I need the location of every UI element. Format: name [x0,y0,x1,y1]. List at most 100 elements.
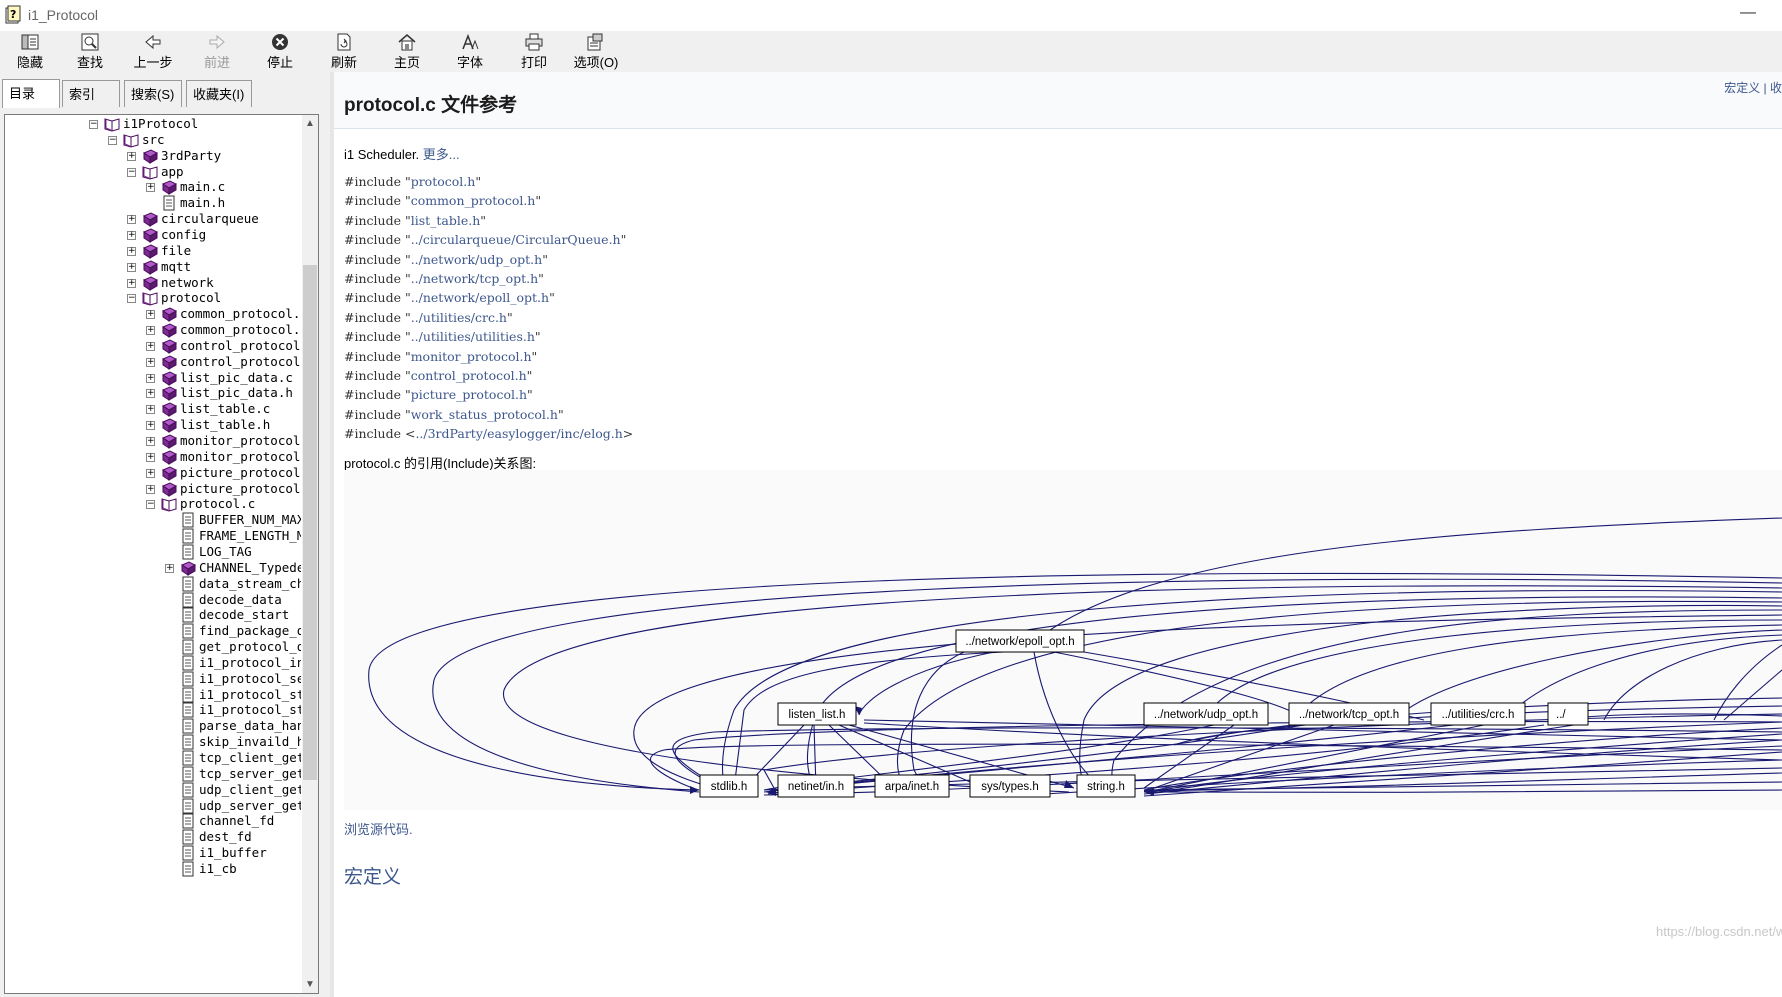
include-file-link[interactable]: control_protocol.h [411,368,527,383]
expand-icon[interactable]: + [146,326,155,336]
print-button[interactable]: 打印 [504,31,564,72]
collapse-icon[interactable]: − [127,167,136,177]
tab-index[interactable]: 索引(N) [62,80,120,129]
tree-item[interactable]: − src [5,132,301,148]
tree-item[interactable]: FRAME_LENGTH_MI [5,528,301,544]
tree-item[interactable]: skip_invaild_he [5,734,301,750]
graph-node-stdlib[interactable]: stdlib.h [699,774,759,798]
tree-item[interactable]: i1_protocol_sto [5,702,301,718]
tree-item[interactable]: BUFFER_NUM_MAX [5,512,301,528]
include-graph[interactable]: ../network/epoll_opt.h listen_list.h ../… [344,470,1782,810]
collapse-icon[interactable]: − [89,120,98,129]
back-button[interactable]: 上一步 [123,31,183,72]
expand-icon[interactable]: + [146,310,155,320]
expand-icon[interactable]: + [127,230,136,240]
tree-item[interactable]: i1_protocol_sen [5,671,301,687]
tree-item[interactable]: i1_cb [5,861,301,877]
font-button[interactable]: 字体 [440,31,500,72]
collapse-icon[interactable]: − [127,294,136,304]
expand-icon[interactable]: + [146,468,155,478]
graph-node-epoll-opt[interactable]: ../network/epoll_opt.h [955,629,1085,653]
expand-icon[interactable]: + [127,246,136,256]
collapse-icon[interactable]: − [108,135,117,145]
tree-item[interactable]: data_stream_cha [5,576,301,592]
scroll-thumb[interactable] [303,265,317,780]
tree-item[interactable]: tcp_server_get_ [5,766,301,782]
expand-icon[interactable]: + [146,357,155,367]
tree-item[interactable]: i1_buffer [5,845,301,861]
expand-icon[interactable]: + [146,484,155,494]
tree-item[interactable]: udp_client_get_ [5,782,301,798]
summary-links[interactable]: 宏定义 | 收 [1724,79,1782,96]
include-file-link[interactable]: ../network/udp_opt.h [411,252,543,267]
include-file-link[interactable]: ../3rdParty/easylogger/inc/elog.h [415,426,622,441]
scroll-up-arrow-icon[interactable]: ▲ [302,115,318,132]
expand-icon[interactable]: + [127,151,136,161]
tab-contents[interactable]: 目录(C) [2,79,60,128]
include-file-link[interactable]: common_protocol.h [411,193,536,208]
include-file-link[interactable]: list_table.h [411,213,481,228]
tree-item[interactable]: channel_fd [5,813,301,829]
include-file-link[interactable]: ../network/epoll_opt.h [411,290,549,305]
graph-node-tcp-opt[interactable]: ../network/tcp_opt.h [1288,702,1410,726]
tree-item[interactable]: i1_protocol_sta [5,687,301,703]
tree-item[interactable]: + picture_protocol. [5,481,301,497]
graph-node-partial[interactable]: ../ [1547,702,1589,726]
tree-item[interactable]: + monitor_protocol. [5,433,301,449]
include-file-link[interactable]: ../utilities/crc.h [411,310,507,325]
refresh-button[interactable]: 刷新 [314,31,374,72]
forward-button[interactable]: 前进 [187,31,247,72]
tree-item[interactable]: − protocol.c [5,496,301,512]
include-file-link[interactable]: ../utilities/utilities.h [411,329,535,344]
find-button[interactable]: 查找 [60,31,120,72]
tree-item[interactable]: + list_pic_data.c [5,370,301,386]
tree-item[interactable]: tcp_client_get_ [5,750,301,766]
expand-icon[interactable]: + [146,421,155,431]
home-button[interactable]: 主页 [377,31,437,72]
tree-item[interactable]: + file [5,243,301,259]
expand-icon[interactable]: + [146,452,155,462]
tree-item[interactable]: + mqtt [5,259,301,275]
tab-search[interactable]: 搜索(S) [124,80,182,107]
expand-icon[interactable]: + [127,215,136,225]
tree-item[interactable]: + picture_protocol. [5,465,301,481]
graph-node-listen-list[interactable]: listen_list.h [777,702,857,726]
graph-node-arpa-inet[interactable]: arpa/inet.h [874,774,950,798]
tree-scrollbar[interactable]: ▲ ▼ [302,115,318,993]
tab-favorites[interactable]: 收藏夹(I) [186,80,252,107]
graph-node-crc[interactable]: ../utilities/crc.h [1430,702,1526,726]
tree-item[interactable]: + CHANNEL_Typede: [5,560,301,576]
tree-item[interactable]: + list_table.c [5,401,301,418]
tree-item[interactable]: udp_server_get_ [5,798,301,814]
expand-icon[interactable]: + [146,341,155,351]
tree-item[interactable]: decode_start [5,607,301,623]
tree-item[interactable]: decode_data [5,592,301,608]
include-file-link[interactable]: picture_protocol.h [411,387,527,402]
expand-icon[interactable]: + [165,563,174,573]
hide-button[interactable]: 隐藏 [0,31,60,72]
tree-item[interactable]: + common_protocol.c [5,306,301,323]
tree-item[interactable]: + circularqueue [5,211,301,228]
tree-item[interactable]: + list_table.h [5,417,301,434]
tree-item[interactable]: − protocol [5,290,301,306]
include-file-link[interactable]: protocol.h [411,174,476,189]
graph-node-sys-types[interactable]: sys/types.h [969,774,1051,798]
tree-item[interactable]: + network [5,275,301,291]
tree-item[interactable]: dest_fd [5,829,301,845]
expand-icon[interactable]: + [146,437,155,446]
collapse-icon[interactable]: − [146,500,155,510]
expand-icon[interactable]: + [146,389,155,399]
tree-item[interactable]: − app [5,164,301,180]
more-link[interactable]: 更多... [423,147,460,162]
scroll-down-arrow-icon[interactable]: ▼ [302,976,318,993]
tree-item[interactable]: +3rdParty [5,148,301,164]
tree-item[interactable]: + monitor_protocol. [5,449,301,465]
browse-source-link[interactable]: 浏览源代码. [344,819,413,838]
tree-item[interactable]: + control_protocol. [5,338,301,354]
tree-item[interactable]: + list_pic_data.h [5,385,301,402]
include-file-link[interactable]: ../circularqueue/CircularQueue.h [411,232,621,247]
tree-item[interactable]: i1_protocol_ini [5,655,301,671]
minimize-button[interactable]: — [1740,4,1756,22]
tree-item[interactable]: + main.c [5,179,301,196]
expand-icon[interactable]: + [146,373,155,383]
